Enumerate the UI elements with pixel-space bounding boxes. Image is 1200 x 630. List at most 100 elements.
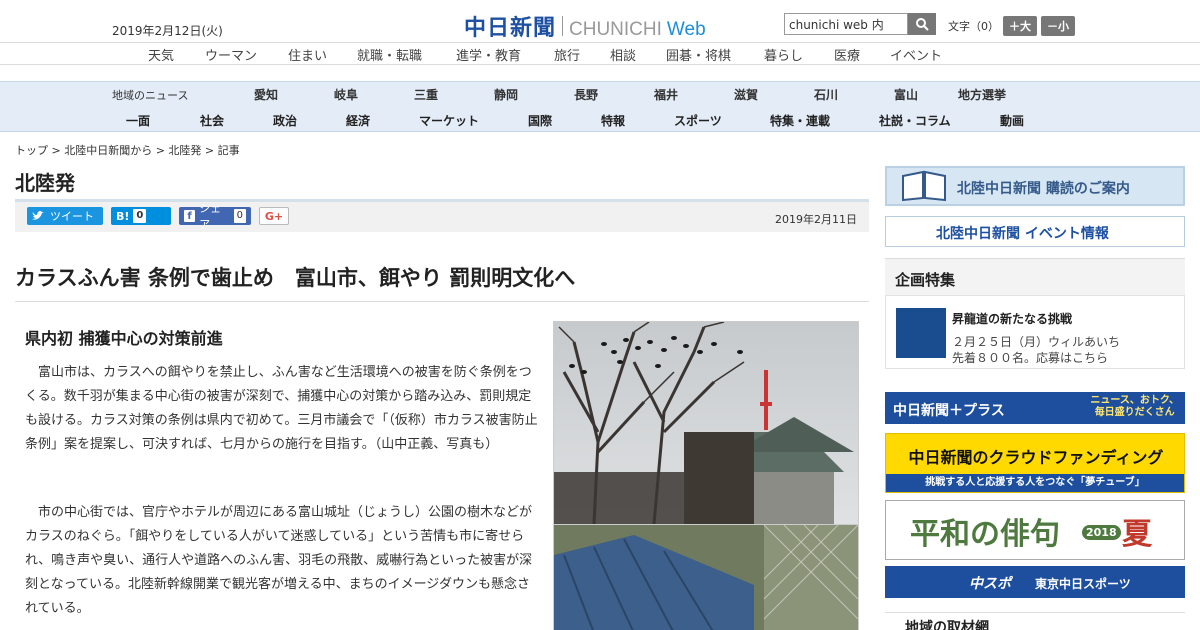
- breadcrumb[interactable]: トップ > 北陸中日新聞から > 北陸発 > 記事: [15, 142, 240, 158]
- cat-item-special-report[interactable]: 特報: [601, 112, 625, 129]
- facebook-share-label: シェア: [199, 202, 222, 231]
- facebook-share-button[interactable]: f シェア 0: [179, 202, 251, 231]
- article-subhead: 県内初 捕獲中心の対策前進: [25, 329, 223, 348]
- cat-item-market[interactable]: マーケット: [419, 112, 479, 129]
- topnav-item-education[interactable]: 進学・教育: [456, 45, 521, 64]
- region-item-fukui[interactable]: 福井: [654, 86, 678, 103]
- font-size-control: 文字（0） ＋大 －小: [948, 16, 1075, 36]
- plus-subtitle-line-2: 毎日盛りだくさん: [1094, 407, 1175, 418]
- region-item-shizuoka[interactable]: 静岡: [494, 86, 518, 103]
- region-item-gifu[interactable]: 岐阜: [334, 86, 358, 103]
- topnav-item-event[interactable]: イベント: [890, 45, 942, 64]
- hatena-label: B!: [116, 209, 130, 223]
- twitter-share-label: ツイート: [50, 210, 94, 223]
- subscribe-banner[interactable]: 北陸中日新聞 購読のご案内: [885, 166, 1185, 206]
- font-size-label: 文字（0）: [948, 20, 999, 33]
- font-larger-button[interactable]: ＋大: [1003, 16, 1037, 36]
- topnav-item-living[interactable]: 暮らし: [764, 45, 803, 64]
- feature-headline: 昇龍道の新たなる挑戦: [952, 312, 1073, 326]
- section-title: 北陸発: [15, 171, 75, 195]
- cat-item-economy[interactable]: 経済: [346, 112, 370, 129]
- photo-crows-image: [554, 321, 858, 525]
- topnav-item-housing[interactable]: 住まい: [288, 45, 327, 64]
- region-item-local-elections[interactable]: 地方選挙: [958, 86, 1006, 103]
- feature-box: 企画特集 昇龍道の新たなる挑戦 ２月２５日（月）ウィルあいち 先着８００名。応募…: [885, 258, 1185, 369]
- feature-desc-line-2: 先着８００名。応募はこちら: [952, 351, 1109, 365]
- topnav-item-weather[interactable]: 天気: [148, 45, 174, 64]
- local-network-title: 地域の取材網: [905, 620, 989, 630]
- region-nav: 地域のニュース 愛知 岐阜 三重 静岡 長野 福井 滋賀 石川 富山 地方選挙: [0, 81, 1200, 105]
- topnav-item-medical[interactable]: 医療: [834, 45, 860, 64]
- chuspo-logo: 中スポ: [969, 576, 1011, 592]
- hatena-count: 0: [133, 209, 147, 223]
- region-item-toyama[interactable]: 富山: [894, 86, 918, 103]
- plus-title: 中日新聞＋プラス: [893, 403, 1005, 419]
- googleplus-share-button[interactable]: G+: [259, 207, 289, 225]
- haiku-title: 平和の俳句: [910, 517, 1060, 552]
- article-photo-net[interactable]: [553, 524, 859, 630]
- cat-item-international[interactable]: 国際: [528, 112, 552, 129]
- search-input[interactable]: [784, 13, 908, 35]
- haiku-year: 2018: [1082, 525, 1121, 540]
- feature-description: ２月２５日（月）ウィルあいち 先着８００名。応募はこちら: [952, 334, 1120, 366]
- feature-thumbnail: [896, 308, 946, 358]
- category-nav: 一面 社会 政治 経済 マーケット 国際 特報 スポーツ 特集・連載 社説・コラ…: [0, 105, 1200, 132]
- chunichi-plus-banner[interactable]: 中日新聞＋プラス ニュース、おトク、 毎日盛りだくさん: [885, 392, 1185, 424]
- logo-en: CHUNICHI: [569, 19, 662, 40]
- photo-net-image: [554, 524, 859, 630]
- plus-subtitle-line-1: ニュース、おトク、: [1090, 395, 1179, 406]
- headline-divider: [15, 301, 869, 302]
- chuspo-banner[interactable]: 中スポ 東京中日スポーツ: [885, 566, 1185, 598]
- topnav-item-travel[interactable]: 旅行: [554, 45, 580, 64]
- hatena-bookmark-button[interactable]: B! 0: [111, 207, 171, 225]
- event-info-label: 北陸中日新聞 イベント情報: [936, 226, 1109, 242]
- site-header: 2019年2月12日(火) 中日新聞 CHUNICHI Web 文字（0） ＋大…: [0, 0, 1200, 42]
- local-network-section: 地域の取材網: [885, 612, 1185, 630]
- cat-item-front[interactable]: 一面: [126, 112, 150, 129]
- region-item-mie[interactable]: 三重: [414, 86, 438, 103]
- topnav-item-go-shogi[interactable]: 囲碁・将棋: [666, 45, 731, 64]
- facebook-icon: f: [184, 210, 196, 222]
- search-icon: [916, 18, 929, 31]
- search-button[interactable]: [908, 13, 936, 35]
- cat-item-politics[interactable]: 政治: [273, 112, 297, 129]
- book-icon: [902, 170, 946, 202]
- crowdfunding-banner[interactable]: 中日新聞のクラウドファンディング 挑戦する人と応援する人をつなぐ「夢チューブ」: [885, 433, 1185, 493]
- share-bar: ツイート B! 0 f シェア 0 G+ 2019年2月11日: [15, 199, 869, 232]
- logo-divider: [562, 16, 564, 36]
- twitter-share-button[interactable]: ツイート: [27, 207, 103, 225]
- region-item-nagano[interactable]: 長野: [574, 86, 598, 103]
- feature-item[interactable]: 昇龍道の新たなる挑戦 ２月２５日（月）ウィルあいち 先着８００名。応募はこちら: [885, 295, 1185, 369]
- logo-web: Web: [666, 19, 706, 40]
- plus-subtitle: ニュース、おトク、 毎日盛りだくさん: [1090, 395, 1179, 419]
- logo-jp: 中日新聞: [464, 15, 557, 41]
- facebook-count: 0: [233, 209, 246, 223]
- current-date: 2019年2月12日(火): [112, 24, 223, 38]
- site-search: [784, 13, 936, 35]
- cat-item-editorial[interactable]: 社説・コラム: [879, 112, 951, 129]
- cat-item-video[interactable]: 動画: [1000, 112, 1024, 129]
- feature-title: 企画特集: [895, 271, 956, 289]
- article-paragraph-1: 富山市は、カラスへの餌やりを禁止し、ふん害など生活環境への被害を防ぐ条例をつくる…: [25, 365, 538, 452]
- event-info-banner[interactable]: 北陸中日新聞 イベント情報: [885, 216, 1185, 247]
- topnav-item-jobs[interactable]: 就職・転職: [357, 45, 422, 64]
- subscribe-label: 北陸中日新聞 購読のご案内: [957, 181, 1130, 197]
- topnav-item-consult[interactable]: 相談: [610, 45, 636, 64]
- haiku-season: 夏: [1122, 517, 1152, 552]
- font-smaller-button[interactable]: －小: [1041, 16, 1075, 36]
- cat-item-society[interactable]: 社会: [200, 112, 224, 129]
- cat-item-sports[interactable]: スポーツ: [674, 112, 722, 129]
- topnav-item-woman[interactable]: ウーマン: [205, 45, 257, 64]
- feature-desc-line-1: ２月２５日（月）ウィルあいち: [952, 335, 1121, 349]
- top-nav: 天気 ウーマン 住まい 就職・転職 進学・教育 旅行 相談 囲碁・将棋 暮らし …: [0, 42, 1200, 65]
- region-item-aichi[interactable]: 愛知: [254, 86, 278, 103]
- article-photo-crows[interactable]: [553, 321, 859, 525]
- site-logo[interactable]: 中日新聞 CHUNICHI Web: [464, 10, 706, 42]
- crowdfunding-title: 中日新聞のクラウドファンディング: [908, 448, 1164, 467]
- region-item-shiga[interactable]: 滋賀: [734, 86, 758, 103]
- article-headline: カラスふん害 条例で歯止め 富山市、餌やり 罰則明文化へ: [15, 266, 576, 290]
- twitter-icon: [32, 211, 44, 220]
- peace-haiku-banner[interactable]: 平和の俳句 2018 夏: [885, 500, 1185, 560]
- cat-item-features[interactable]: 特集・連載: [770, 112, 830, 129]
- region-item-ishikawa[interactable]: 石川: [814, 86, 838, 103]
